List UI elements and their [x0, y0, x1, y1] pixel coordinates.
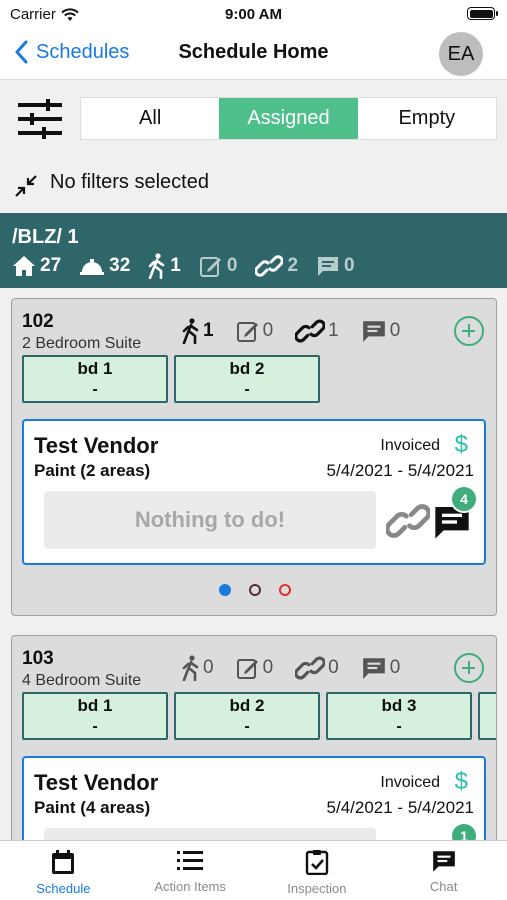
add-button[interactable]	[454, 653, 484, 683]
link-icon	[295, 656, 326, 680]
edit-note-icon	[236, 659, 258, 679]
page-dot-active[interactable]	[219, 584, 231, 596]
vendor-status: Invoiced	[380, 437, 440, 454]
link-icon	[255, 255, 284, 277]
collapse-icon	[15, 175, 37, 197]
add-button[interactable]	[454, 316, 484, 346]
messages-stat: 0	[316, 255, 355, 277]
unit-card[interactable]: 102 2 Bedroom Suite 1 0 1 0 bd 1 - bd 2 …	[11, 298, 497, 616]
vendor-card[interactable]: Test Vendor Paint (2 areas) Invoiced $ 5…	[22, 419, 486, 565]
navigation-bar: Schedules Schedule Home EA	[0, 28, 507, 80]
tab-bar: Schedule Action Items Inspection Chat	[0, 840, 507, 900]
edit-note-icon	[236, 322, 258, 342]
segment-control: All Assigned Empty	[80, 97, 497, 140]
list-icon	[177, 851, 204, 870]
clock: 9:00 AM	[225, 6, 282, 23]
edit-note-icon	[199, 257, 221, 277]
walking-icon	[148, 253, 165, 279]
unit-type: 4 Bedroom Suite	[22, 672, 142, 689]
services-stat: 32	[79, 255, 130, 277]
room-tile[interactable]	[478, 692, 496, 740]
segment-assigned[interactable]: Assigned	[219, 98, 358, 139]
tab-action-items[interactable]: Action Items	[127, 841, 254, 900]
tab-inspection[interactable]: Inspection	[254, 841, 381, 900]
unit-number: 102	[22, 311, 54, 332]
vendor-task: Paint (4 areas)	[34, 798, 151, 817]
vendor-name: Test Vendor	[34, 433, 159, 458]
group-header[interactable]: /BLZ/ 1 27 32 1 0 2 0	[0, 213, 507, 288]
chat-icon	[432, 851, 455, 872]
filters-summary[interactable]: No filters selected	[0, 158, 507, 213]
filter-row: All Assigned Empty	[0, 81, 507, 158]
walking-icon	[182, 318, 199, 344]
tab-schedule[interactable]: Schedule	[0, 841, 127, 900]
unit-messages: 0	[361, 656, 400, 680]
room-tile[interactable]: bd 1 -	[22, 692, 168, 740]
room-tile[interactable]: bd 3 -	[326, 692, 472, 740]
links-stat: 2	[255, 253, 298, 279]
tab-chat[interactable]: Chat	[380, 841, 507, 900]
back-label: Schedules	[36, 40, 130, 63]
unit-links: 0	[295, 654, 339, 682]
avatar[interactable]: EA	[439, 32, 483, 76]
notes-stat: 0	[199, 254, 237, 278]
vendor-dates: 5/4/2021 - 5/4/2021	[326, 461, 474, 480]
room-tile[interactable]: bd 2 -	[174, 355, 320, 403]
homes-stat: 27	[12, 255, 61, 277]
unit-notes: 0	[236, 656, 273, 680]
battery-icon	[467, 7, 498, 20]
group-title: /BLZ/ 1	[12, 226, 79, 248]
sliders-icon[interactable]	[16, 97, 64, 141]
vendor-status: Invoiced	[380, 774, 440, 791]
unit-type: 2 Bedroom Suite	[22, 335, 142, 352]
home-icon	[13, 256, 35, 276]
page-dot[interactable]	[249, 584, 261, 596]
dollar-icon: $	[454, 768, 468, 795]
vendor-dates: 5/4/2021 - 5/4/2021	[326, 798, 474, 817]
unit-walks: 0	[182, 655, 214, 681]
unit-links: 1	[295, 317, 339, 345]
unit-messages: 0	[361, 319, 400, 343]
chat-count-badge: 4	[450, 485, 478, 513]
back-button[interactable]: Schedules	[14, 40, 129, 64]
walking-icon	[182, 655, 199, 681]
unit-notes: 0	[236, 319, 273, 343]
link-icon[interactable]	[386, 499, 430, 543]
unit-walks: 1	[182, 318, 214, 344]
chevron-left-icon	[15, 40, 28, 64]
message-icon	[318, 257, 339, 276]
service-bell-icon	[80, 259, 105, 275]
segment-empty[interactable]: Empty	[358, 98, 496, 139]
room-tile[interactable]: bd 2 -	[174, 692, 320, 740]
page-indicator	[12, 584, 498, 596]
vendor-name: Test Vendor	[34, 770, 159, 795]
room-tile[interactable]: bd 1 -	[22, 355, 168, 403]
filters-text: No filters selected	[50, 171, 209, 193]
dollar-icon: $	[454, 431, 468, 458]
page-dot[interactable]	[279, 584, 291, 596]
vendor-task: Paint (2 areas)	[34, 461, 151, 480]
unit-card[interactable]: 103 4 Bedroom Suite 0 0 0 0 bd 1 - bd 2 …	[11, 635, 497, 900]
status-bar: Carrier 9:00 AM	[0, 0, 507, 28]
empty-message: Nothing to do!	[44, 491, 376, 549]
segment-all[interactable]: All	[81, 98, 219, 139]
link-icon	[295, 319, 326, 343]
walks-stat: 1	[148, 253, 181, 279]
message-icon	[362, 321, 385, 342]
clipboard-check-icon	[305, 850, 329, 875]
unit-number: 103	[22, 648, 54, 669]
calendar-icon	[52, 850, 75, 874]
message-icon	[362, 658, 385, 679]
